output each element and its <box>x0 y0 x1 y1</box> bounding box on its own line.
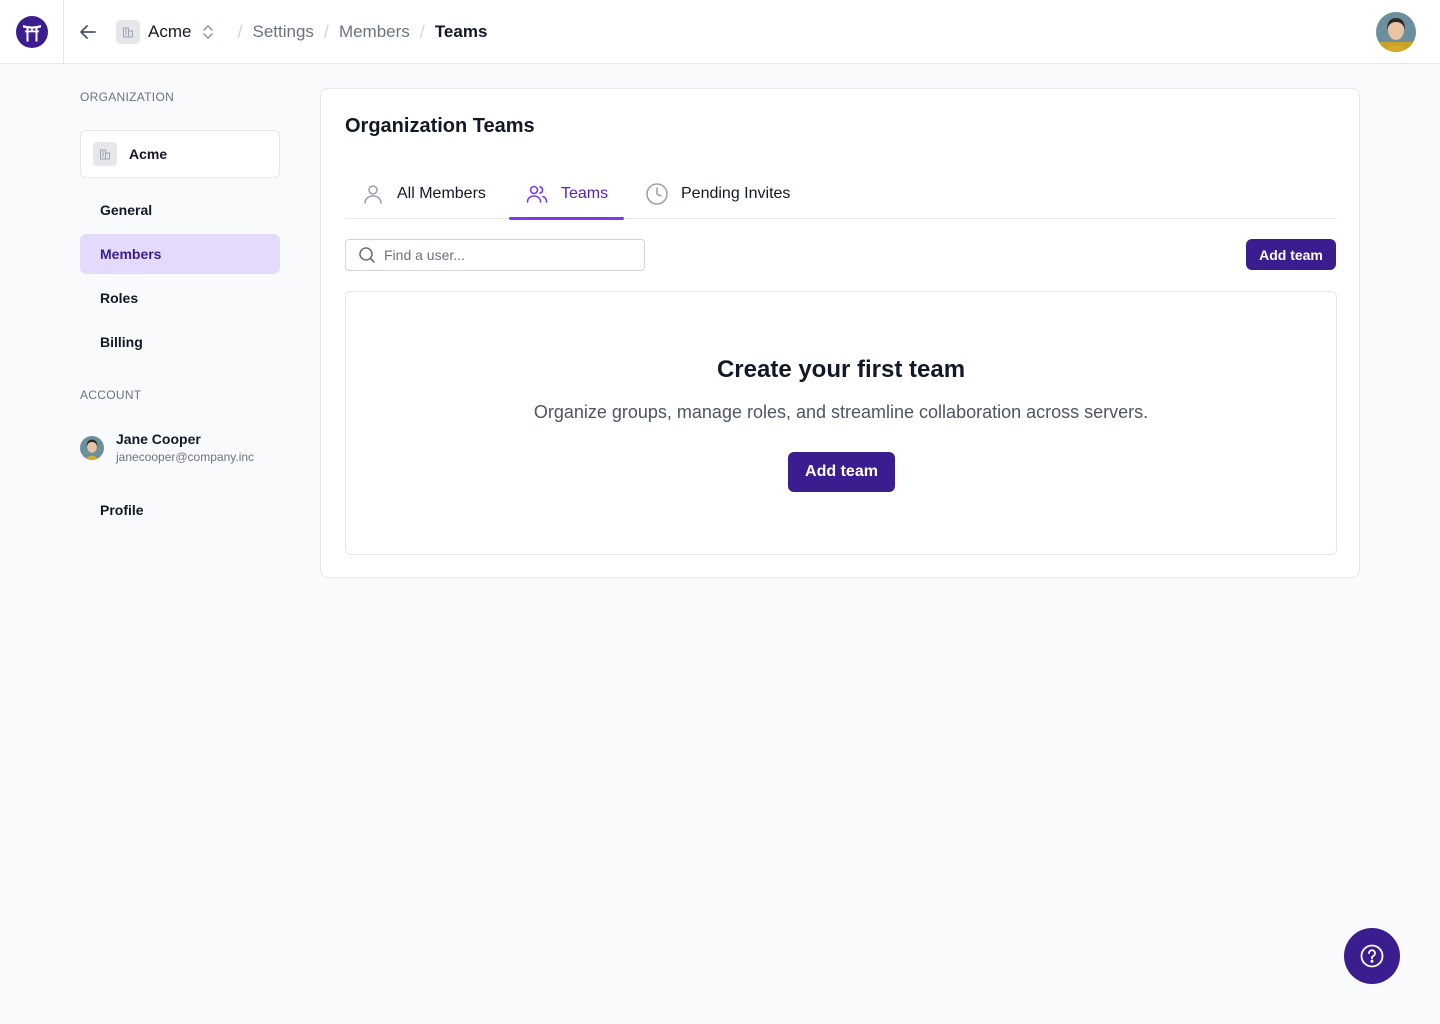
tab-label: Teams <box>561 185 609 202</box>
chevron-up-down-icon[interactable] <box>201 23 215 41</box>
page-title: Organization Teams <box>345 115 535 137</box>
account-user-name: Jane Cooper <box>116 431 201 447</box>
question-circle-icon <box>1359 943 1385 969</box>
top-bar: Acme / Settings / Members / Teams <box>0 0 1440 64</box>
logo-cell <box>0 0 64 63</box>
sidebar-item-billing[interactable]: Billing <box>80 322 280 362</box>
account-heading: ACCOUNT <box>80 388 142 402</box>
search-input[interactable] <box>384 247 634 263</box>
user-icon <box>361 182 385 206</box>
org-switcher-name[interactable]: Acme <box>148 22 191 42</box>
org-selector-label: Acme <box>129 146 168 162</box>
breadcrumb-teams: Teams <box>434 22 488 41</box>
sidebar-item-members[interactable]: Members <box>80 234 280 274</box>
user-avatar[interactable] <box>1376 12 1416 52</box>
account-user-email: janecooper@company.inc <box>116 450 255 464</box>
sidebar-item-roles[interactable]: Roles <box>80 278 280 318</box>
help-button[interactable] <box>1344 928 1400 984</box>
breadcrumb-settings[interactable]: Settings <box>252 22 313 42</box>
empty-state-title: Create your first team <box>716 356 966 383</box>
tab-pending-invites[interactable]: Pending Invites <box>629 169 806 219</box>
sidebar-item-profile[interactable]: Profile <box>80 490 280 530</box>
empty-state: Create your first team Organize groups, … <box>345 291 1337 555</box>
search-icon <box>358 246 376 264</box>
breadcrumb-separator: / <box>237 21 243 42</box>
add-team-button[interactable]: Add team <box>1246 239 1336 270</box>
tab-label: Pending Invites <box>681 185 791 202</box>
sidebar-item-general[interactable]: General <box>80 190 280 230</box>
building-icon <box>116 20 140 44</box>
breadcrumb: Acme / Settings / Members / Teams <box>116 20 487 44</box>
empty-state-add-team-button[interactable]: Add team <box>788 452 895 492</box>
users-icon <box>525 182 549 206</box>
clock-icon <box>645 182 669 206</box>
account-user: Jane Cooper janecooper@company.inc <box>80 428 280 468</box>
teams-card: Organization Teams All Members Teams Pen… <box>320 88 1360 578</box>
tab-teams[interactable]: Teams <box>509 169 625 220</box>
tab-all-members[interactable]: All Members <box>345 169 502 219</box>
building-icon <box>93 142 117 166</box>
tab-label: All Members <box>397 185 486 202</box>
empty-state-description: Organize groups, manage roles, and strea… <box>533 402 1149 422</box>
search-box <box>345 239 645 271</box>
organization-heading: ORGANIZATION <box>80 90 175 104</box>
org-selector[interactable]: Acme <box>80 130 280 178</box>
back-arrow-icon[interactable] <box>76 20 100 44</box>
breadcrumb-separator: / <box>419 21 425 42</box>
breadcrumb-members[interactable]: Members <box>339 22 410 42</box>
tab-bar: All Members Teams Pending Invites <box>345 169 1337 220</box>
avatar <box>80 436 104 460</box>
torii-logo-icon[interactable] <box>15 15 48 48</box>
breadcrumb-separator: / <box>323 21 329 42</box>
